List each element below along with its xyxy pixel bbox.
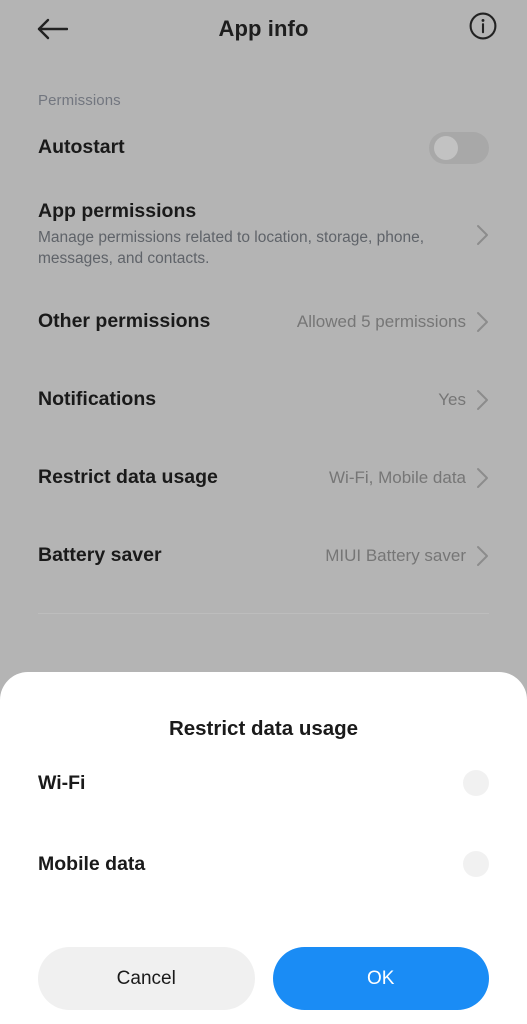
info-circle-icon — [469, 12, 497, 45]
row-value: Wi-Fi, Mobile data — [329, 468, 466, 487]
row-main: Restrict data usage — [38, 466, 329, 489]
mobile-data-checkbox[interactable] — [463, 851, 489, 877]
row-main: App permissions Manage permissions relat… — [38, 200, 476, 270]
cancel-button[interactable]: Cancel — [38, 947, 255, 1010]
row-value: Allowed 5 permissions — [296, 312, 466, 331]
row-autostart[interactable]: Autostart — [38, 109, 489, 187]
row-notifications[interactable]: Notifications Yes — [38, 361, 489, 439]
chevron-right-icon — [476, 311, 489, 333]
row-title: Restrict data usage — [38, 466, 218, 489]
row-value: MIUI Battery saver — [325, 546, 466, 565]
app-info-button[interactable] — [465, 11, 501, 47]
arrow-left-icon — [36, 18, 68, 40]
page-title: App info — [218, 15, 309, 41]
wifi-checkbox[interactable] — [463, 770, 489, 796]
list-divider — [38, 613, 489, 614]
row-title: Autostart — [38, 136, 125, 159]
ok-button[interactable]: OK — [272, 947, 489, 1010]
row-title: Other permissions — [38, 310, 211, 333]
settings-list: Autostart App permissions Manage permiss… — [0, 109, 527, 595]
row-battery-saver[interactable]: Battery saver MIUI Battery saver — [38, 517, 489, 595]
toggle-knob — [434, 136, 458, 160]
dialog-actions: Cancel OK — [38, 947, 489, 1010]
app-bar: App info — [0, 0, 527, 57]
dialog-title: Restrict data usage — [168, 717, 359, 740]
autostart-toggle[interactable] — [429, 132, 489, 164]
option-label: Wi-Fi — [38, 771, 86, 794]
chevron-right-icon — [476, 467, 489, 489]
row-title: App permissions — [38, 199, 197, 222]
restrict-data-usage-dialog: Restrict data usage Wi-Fi Mobile data Ca… — [0, 672, 527, 1024]
row-app-permissions[interactable]: App permissions Manage permissions relat… — [38, 187, 489, 283]
row-main: Notifications — [38, 388, 438, 411]
row-main: Other permissions — [38, 310, 297, 333]
chevron-right-icon — [476, 224, 489, 246]
row-subtitle: Manage permissions related to location, … — [38, 229, 425, 268]
row-main: Battery saver — [38, 544, 325, 567]
dialog-option-mobile-data[interactable]: Mobile data — [38, 825, 489, 903]
row-restrict-data-usage[interactable]: Restrict data usage Wi-Fi, Mobile data — [38, 439, 489, 517]
row-other-permissions[interactable]: Other permissions Allowed 5 permissions — [38, 283, 489, 361]
dialog-option-wifi[interactable]: Wi-Fi — [38, 744, 489, 822]
row-main: Autostart — [38, 136, 429, 159]
chevron-right-icon — [476, 545, 489, 567]
row-title: Notifications — [38, 388, 157, 411]
row-title: Battery saver — [38, 544, 162, 567]
section-label-permissions: Permissions — [38, 92, 121, 109]
option-label: Mobile data — [38, 852, 146, 875]
back-button[interactable] — [30, 7, 74, 51]
row-value: Yes — [438, 390, 466, 409]
chevron-right-icon — [476, 389, 489, 411]
